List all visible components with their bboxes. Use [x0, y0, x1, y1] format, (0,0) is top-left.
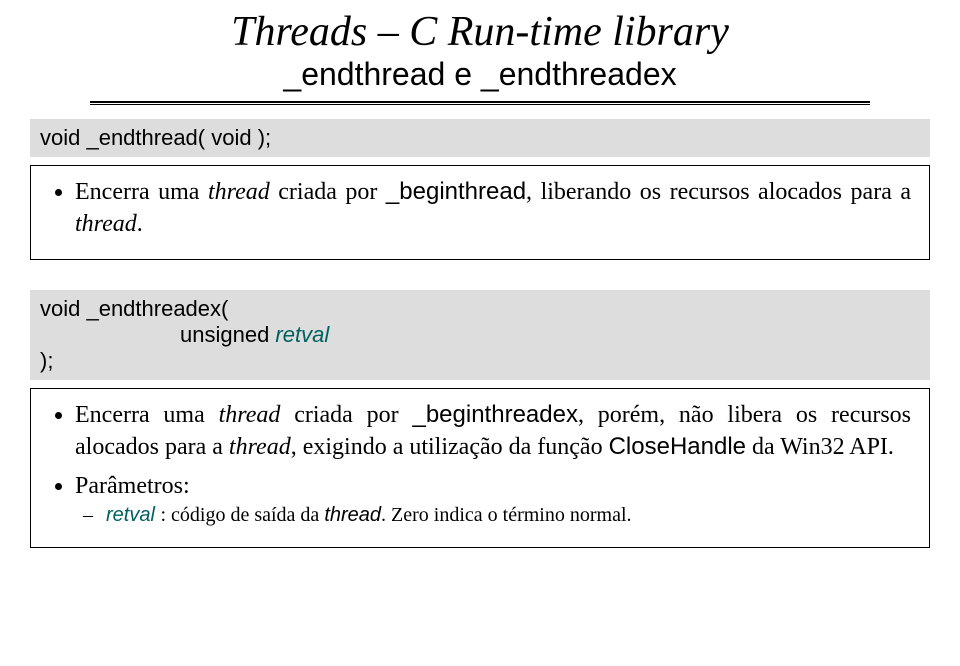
bullet-retval-desc: retval : código de saída da thread. Zero… [101, 502, 911, 529]
text-frag: , liberando os recursos alocados para a [526, 179, 911, 205]
slide-title: Threads – C Run-time library [90, 10, 870, 54]
code-text: void _endthread( void ); [40, 125, 271, 150]
text-frag: . Zero indica o término normal. [381, 504, 631, 526]
code-line-2: unsigned retval [40, 322, 920, 348]
text-frag: criada por [280, 402, 412, 428]
code-line-1: void _endthreadex( [40, 296, 920, 322]
title-underline [90, 101, 870, 105]
text-thread-ital: thread [75, 211, 137, 237]
code-param-retval: retval [275, 322, 329, 347]
text-frag: : código de saída da [160, 504, 324, 526]
text-frag: Encerra uma [75, 179, 208, 205]
code-endthread: void _endthread( void ); [30, 119, 930, 157]
bullet-parametros: Parâmetros: retval : código de saída da … [75, 470, 911, 529]
text-func: _beginthreadex [412, 401, 577, 428]
description-box-1: Encerra uma thread criada por _beginthre… [30, 165, 930, 260]
text-frag: criada por [270, 179, 386, 205]
text-frag: , exigindo a utilização da função [291, 434, 609, 460]
bullet-endthreadex-desc: Encerra uma thread criada por _beginthre… [75, 399, 911, 464]
code-keyword: unsigned [180, 322, 275, 347]
slide-page: Threads – C Run-time library _endthread … [0, 0, 960, 666]
text-frag: . [137, 211, 143, 237]
code-endthreadex: void _endthreadex( unsigned retval ); [30, 290, 930, 380]
param-name-retval: retval [106, 504, 160, 526]
text-thread-ital: thread [229, 434, 291, 460]
text-frag: Encerra uma [75, 402, 219, 428]
description-box-2: Encerra uma thread criada por _beginthre… [30, 388, 930, 548]
text-thread-ital: thread [324, 504, 381, 526]
text-func: CloseHandle [609, 433, 746, 460]
title-block: Threads – C Run-time library _endthread … [90, 10, 870, 93]
slide-subtitle: _endthread e _endthreadex [90, 56, 870, 93]
text-thread-ital: thread [219, 402, 281, 428]
bullet-endthread-desc: Encerra uma thread criada por _beginthre… [75, 176, 911, 241]
text-func: _beginthread [386, 178, 526, 205]
text-frag: da Win32 API. [746, 434, 894, 460]
text-frag: Parâmetros: [75, 473, 190, 499]
code-line-3: ); [40, 348, 920, 374]
text-thread-ital: thread [208, 179, 270, 205]
